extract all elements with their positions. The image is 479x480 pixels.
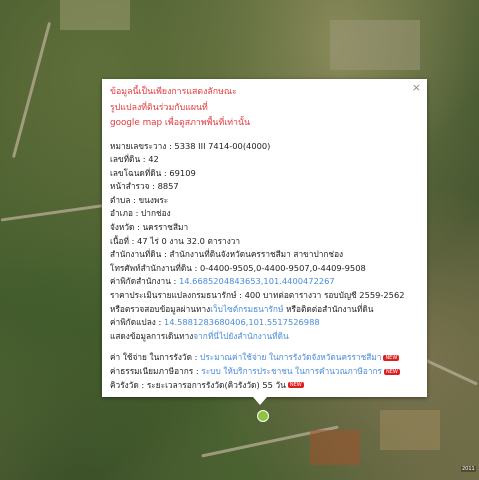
tax-row: ค่าธรรมเนียมภาษีอากร : ระบบ ให้บริการประ… bbox=[110, 366, 400, 376]
field-label: ค่า ใช้จ่าย ในการรังวัด bbox=[110, 352, 192, 363]
field-label: เนื้อที่ bbox=[110, 235, 129, 246]
field-label: ค่าพิกัดแปลง bbox=[110, 317, 156, 328]
field-row: โทรศัพท์สำนักงานที่ดิน : 0-4400-9505,0-4… bbox=[110, 262, 366, 273]
field-label: โทรศัพท์สำนักงานที่ดิน bbox=[110, 262, 192, 273]
verify-suffix: หรือติดต่อสำนักงานที่ดิน bbox=[286, 303, 374, 314]
divider bbox=[110, 132, 421, 140]
field-label: หมายเลขระวาง bbox=[110, 140, 167, 151]
field-value: 0-4400-9505,0-4400-9507,0-4409-9508 bbox=[200, 262, 366, 273]
field-value: นครราชสีมา bbox=[142, 222, 189, 233]
field-value: 5338 III 7414-00(4000) bbox=[174, 140, 271, 151]
field-value: ขนงพระ bbox=[138, 194, 169, 205]
satellite-map[interactable]: × ข้อมูลนี้เป็นเพียงการแสดงลักษณะ รูปแปล… bbox=[0, 0, 479, 480]
field-row: อำเภอ : ปากช่อง bbox=[110, 208, 171, 219]
field-value: 8857 bbox=[157, 181, 179, 192]
treasury-website-link[interactable]: เว็บไซต์กรมธนารักษ์ bbox=[210, 304, 283, 314]
route-prefix: แสดงข้อมูลการเดินทาง bbox=[110, 330, 194, 341]
route-row: แสดงข้อมูลการเดินทางจากที่นี่ไปยังสำนักง… bbox=[110, 330, 421, 344]
farm-field bbox=[60, 0, 130, 30]
land-info-popup: × ข้อมูลนี้เป็นเพียงการแสดงลักษณะ รูปแปล… bbox=[102, 79, 427, 397]
map-scale-label: 2011 bbox=[461, 466, 476, 472]
close-icon[interactable]: × bbox=[412, 81, 421, 95]
tax-calc-link[interactable]: ระบบ ให้บริการประชาชน ในการคำนวณภาษีอากร bbox=[201, 366, 382, 376]
map-road bbox=[11, 21, 52, 159]
new-badge: NEW bbox=[383, 354, 400, 361]
field-row: สำนักงานที่ดิน : สำนักงานที่ดินจังหวัดนค… bbox=[110, 249, 344, 260]
survey-fee-link[interactable]: ประมาณค่าใช้จ่าย ในการรังวัดจังหวัดนครรา… bbox=[200, 352, 381, 362]
farm-field bbox=[330, 20, 420, 70]
queue-row: คิวรังวัด : ระยะเวลารอการรังวัด(คิวรังวั… bbox=[110, 379, 304, 390]
field-row: เลขโฉนดที่ดิน : 69109 bbox=[110, 167, 196, 178]
parcel-coord-link[interactable]: 14.5881283680406,101.5517526988 bbox=[164, 317, 320, 327]
field-label: จังหวัด bbox=[110, 222, 135, 233]
field-row: ตำบล : ขนงพระ bbox=[110, 194, 169, 205]
map-road bbox=[422, 357, 478, 386]
new-badge: NEW bbox=[287, 382, 304, 389]
office-coord-row: ค่าพิกัดสำนักงาน : 14.6685204843653,101.… bbox=[110, 276, 335, 287]
field-label: คิวรังวัด bbox=[110, 379, 139, 390]
field-value: 69109 bbox=[169, 167, 196, 178]
field-row: หมายเลขระวาง : 5338 III 7414-00(4000) bbox=[110, 140, 271, 151]
field-label: เลขที่ดิน bbox=[110, 154, 141, 165]
field-value: 47 ไร่ 0 งาน 32.0 ตารางวา bbox=[137, 235, 241, 246]
disclaimer-line: ข้อมูลนี้เป็นเพียงการแสดงลักษณะ bbox=[110, 87, 237, 97]
field-value: สำนักงานที่ดินจังหวัดนครราชสีมา สาขาปากช… bbox=[169, 249, 344, 260]
new-badge: NEW bbox=[384, 368, 400, 375]
verify-row: หรือตรวจสอบข้อมูลผ่านทางเว็บไซต์กรมธนารั… bbox=[110, 303, 421, 317]
verify-prefix: หรือตรวจสอบข้อมูลผ่านทาง bbox=[110, 303, 211, 314]
location-marker-icon[interactable] bbox=[257, 410, 269, 422]
field-row: จังหวัด : นครราชสีมา bbox=[110, 222, 189, 233]
field-label: ค่าพิกัดสำนักงาน bbox=[110, 276, 171, 287]
field-value: 42 bbox=[148, 154, 159, 165]
field-row: เนื้อที่ : 47 ไร่ 0 งาน 32.0 ตารางวา bbox=[110, 235, 241, 246]
popup-pointer bbox=[253, 397, 267, 405]
field-label: สำนักงานที่ดิน bbox=[110, 249, 162, 260]
field-label: ค่าธรรมเนียมภาษีอากร bbox=[110, 366, 194, 376]
field-row: เลขที่ดิน : 42 bbox=[110, 154, 159, 165]
farm-field bbox=[380, 410, 440, 450]
field-label: อำเภอ bbox=[110, 208, 133, 219]
disclaimer-line: รูปแปลงที่ดินร่วมกับแผนที่ bbox=[110, 102, 208, 113]
field-value: ปากช่อง bbox=[141, 208, 171, 219]
field-label: เลขโฉนดที่ดิน bbox=[110, 167, 162, 178]
field-label: ตำบล bbox=[110, 194, 131, 205]
queue-value: ระยะเวลารอการรังวัด(คิวรังวัด) 55 วัน bbox=[146, 379, 286, 390]
disclaimer-line: google map เพื่อดูสภาพพื้นที่เท่านั้น bbox=[110, 118, 251, 128]
parcel-coord-row: ค่าพิกัดแปลง : 14.5881283680406,101.5517… bbox=[110, 317, 320, 328]
route-link[interactable]: จากที่นี่ไปยังสำนักงานที่ดิน bbox=[193, 331, 288, 341]
field-row: หน้าสำรวจ : 8857 bbox=[110, 181, 179, 192]
fee-row: ค่า ใช้จ่าย ในการรังวัด : ประมาณค่าใช้จ่… bbox=[110, 352, 400, 363]
price-row: ราคาประเมินรายแปลงกรมธนารักษ์ : 400 บาทต… bbox=[110, 290, 405, 301]
farm-field bbox=[310, 430, 360, 465]
office-coord-link[interactable]: 14.6685204843653,101.4400472267 bbox=[179, 276, 335, 286]
field-label: หน้าสำรวจ bbox=[110, 181, 150, 192]
divider bbox=[110, 343, 421, 351]
